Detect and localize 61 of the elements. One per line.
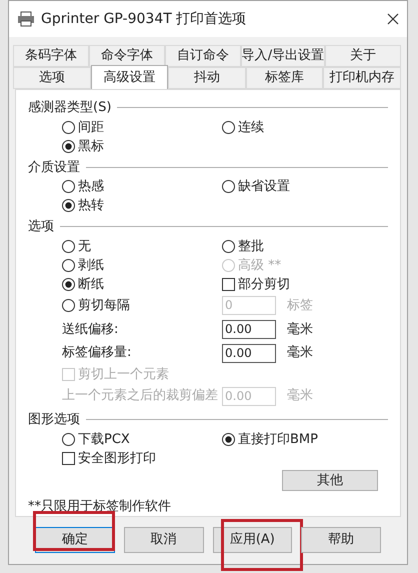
radio-button[interactable] (62, 140, 75, 153)
checkbox-label[interactable]: 部分剪切 (238, 274, 290, 294)
radio-button[interactable] (62, 120, 75, 134)
unit-label: 毫米 (287, 320, 313, 339)
radio-label[interactable]: 连续 (238, 118, 264, 137)
radio-label[interactable]: 剥纸 (78, 256, 104, 275)
footnote: **只限用于标签制作软件 (28, 498, 172, 516)
checkbox[interactable] (62, 452, 75, 465)
unit-label: 标签 (287, 296, 313, 315)
radio-button[interactable] (62, 240, 75, 253)
dialog-button[interactable]: 帮助 (301, 527, 381, 553)
radio-button[interactable] (222, 240, 235, 253)
radio-label[interactable]: 直接打印BMP (238, 430, 318, 449)
group-title: 图形选项 (28, 411, 80, 429)
input-field[interactable]: 0.00 (222, 344, 276, 363)
radio-label[interactable]: 间距 (78, 118, 104, 137)
tab[interactable]: 高级设置 (90, 65, 168, 89)
radio-label[interactable]: 热转 (78, 196, 104, 216)
group-title: 感测器类型(S) (28, 99, 112, 117)
checkbox-label[interactable]: 安全图形打印 (78, 448, 156, 468)
unit-label: 毫米 (287, 387, 313, 406)
dialog-button[interactable]: 取消 (124, 527, 204, 553)
checkbox[interactable] (222, 278, 235, 291)
tab[interactable]: 选项 (13, 67, 91, 89)
tab[interactable]: 打印机内存 (323, 67, 401, 89)
tab[interactable]: 标签库 (246, 67, 324, 89)
tab[interactable]: 自订命令 (164, 45, 241, 67)
group-title: 选项 (28, 218, 54, 236)
radio-button[interactable] (222, 120, 235, 134)
field-label: 送纸偏移: (62, 320, 118, 339)
tab[interactable]: 命令字体 (88, 45, 165, 67)
window-title: Gprinter GP-9034T 打印首选项 (41, 10, 246, 28)
radio-label[interactable]: 剪切每隔 (78, 296, 130, 316)
input-field[interactable]: 0.00 (222, 320, 276, 339)
radio-label[interactable]: 无 (78, 236, 91, 256)
tab[interactable]: 关于 (325, 45, 402, 67)
group-title: 介质设置 (28, 158, 80, 176)
close-icon[interactable] (387, 13, 399, 25)
field-label: 上一个元素之后的裁剪偏差 (62, 387, 218, 406)
tab[interactable]: 条码字体 (13, 45, 89, 67)
radio-button[interactable] (62, 278, 75, 291)
field-label: 标签偏移量: (62, 344, 132, 362)
dialog-button[interactable]: 应用(A) (212, 527, 292, 553)
radio-button[interactable] (62, 432, 75, 446)
radio-button[interactable] (222, 432, 235, 446)
radio-button[interactable] (62, 199, 75, 212)
radio-button[interactable] (222, 180, 235, 194)
radio-label[interactable]: 缺省设置 (238, 177, 290, 196)
radio-label[interactable]: 下载PCX (78, 430, 130, 449)
radio-button[interactable] (62, 298, 75, 312)
radio-label[interactable]: 黑标 (78, 136, 104, 156)
radio-button[interactable] (62, 258, 75, 272)
other-button[interactable]: 其他 (282, 470, 378, 490)
tab[interactable]: 导入/导出设置 (240, 45, 326, 67)
radio-label[interactable]: 整批 (238, 236, 264, 256)
radio-button[interactable] (62, 180, 75, 194)
radio-label[interactable]: 断纸 (78, 274, 104, 294)
radio-label[interactable]: 热感 (78, 177, 104, 196)
unit-label: 毫米 (287, 344, 313, 362)
tab[interactable]: 抖动 (168, 67, 246, 89)
printer-icon (17, 11, 35, 27)
